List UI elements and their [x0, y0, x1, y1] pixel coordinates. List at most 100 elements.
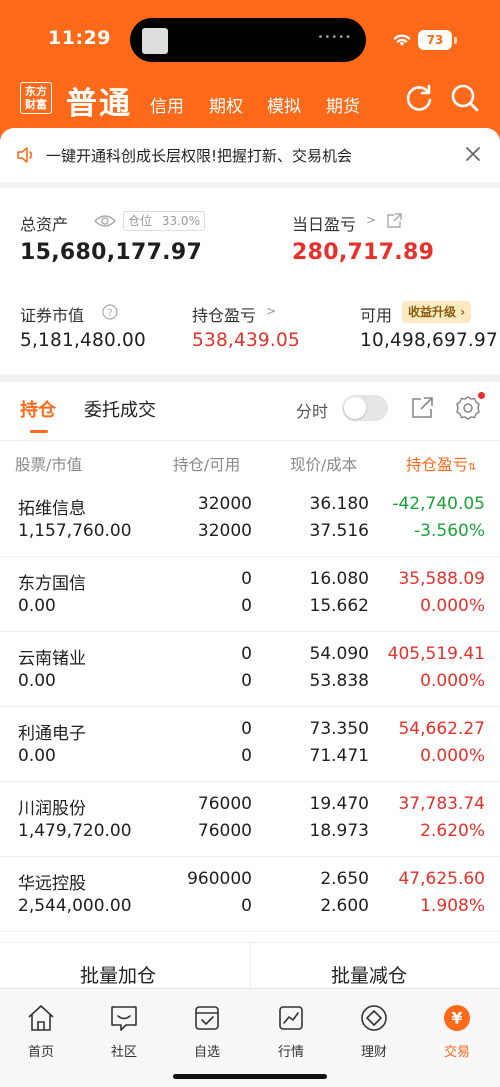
tab-options[interactable]: 期权 — [209, 92, 243, 117]
tabbar-watchlist-label: 自选 — [193, 1045, 220, 1060]
table-row[interactable]: 利通电子 0.00 0 0 73.350 71.471 54,662.27 0.000% — [0, 707, 500, 782]
toggle-knob — [344, 397, 366, 419]
cost-price: 15.662 — [309, 596, 369, 616]
table-row[interactable]: 拓维信息 1,157,760.00 32000 32000 36.180 37.516 -4… — [0, 482, 500, 557]
tabbar-home-label: 首页 — [27, 1045, 54, 1060]
header-qty-label: 持仓 — [173, 456, 205, 474]
media-thumbnail — [142, 28, 168, 54]
fenshi-toggle[interactable] — [342, 395, 388, 421]
tabbar-watchlist[interactable]: 自选 — [177, 1003, 237, 1060]
tab-credit[interactable]: 信用 — [150, 92, 184, 117]
notice-banner[interactable]: 一键开通科创成长层权限!把握打新、交易机会 — [0, 128, 500, 182]
position-ratio-badge: 仓位 33.0% — [123, 211, 205, 231]
cost-price: 18.973 — [309, 821, 369, 841]
available-value: 10,498,697.97 — [360, 330, 498, 351]
divider — [0, 440, 500, 441]
available-qty: 0 — [241, 671, 252, 691]
search-icon[interactable] — [450, 83, 480, 113]
cost-price: 37.516 — [309, 521, 369, 541]
share-icon[interactable] — [410, 396, 434, 420]
community-icon — [111, 1006, 137, 1031]
tabbar-home[interactable]: 首页 — [11, 1003, 71, 1060]
close-icon[interactable] — [465, 146, 481, 162]
stock-name: 华远控股 — [18, 874, 86, 894]
header-cost-label: 成本 — [326, 456, 358, 474]
header-pl[interactable]: 持仓盈亏⇅ — [406, 453, 476, 475]
table-row[interactable]: 云南锗业 0.00 0 0 54.090 53.838 405,519.41 0.000% — [0, 632, 500, 707]
brand-logo: 东方 财富 — [20, 82, 52, 114]
export-icon[interactable] — [386, 213, 402, 229]
market-value: 1,157,760.00 — [18, 521, 132, 541]
svg-text:?: ? — [107, 308, 112, 319]
tab-futures[interactable]: 期货 — [326, 92, 360, 117]
position-pl-pct: 0.000% — [420, 746, 485, 766]
divider — [250, 943, 251, 993]
table-row[interactable]: 华远控股 2,544,000.00 960000 0 2.650 2.600 47,625.… — [0, 857, 500, 932]
position-qty: 0 — [241, 644, 252, 664]
tab-orders[interactable]: 委托成交 — [84, 396, 156, 422]
gear-icon[interactable] — [455, 395, 481, 421]
table-row[interactable]: 东方国信 0.00 0 0 16.080 15.662 35,588.09 0.000% — [0, 557, 500, 632]
header-mv-label: 市值 — [51, 456, 83, 474]
dynamic-island[interactable]: ••••• — [130, 18, 366, 62]
battery-tip — [454, 37, 457, 44]
position-pl-pct: 0.000% — [420, 596, 485, 616]
cost-price: 53.838 — [309, 671, 369, 691]
position-qty: 76000 — [197, 794, 252, 814]
header-stock-label: 股票 — [15, 456, 47, 474]
watchlist-icon — [195, 1006, 219, 1030]
header-stock[interactable]: 股票/市值 — [15, 453, 82, 475]
upgrade-badge[interactable]: 收益升级 › — [402, 301, 472, 323]
status-time: 11:29 — [48, 27, 111, 49]
header-qty[interactable]: 持仓/可用 — [173, 453, 240, 475]
stock-name: 云南锗业 — [18, 649, 86, 669]
batch-add-button[interactable]: 批量加仓 — [80, 961, 156, 988]
current-price: 16.080 — [309, 569, 369, 589]
speaker-icon — [17, 147, 33, 163]
available-qty: 76000 — [197, 821, 252, 841]
batch-reduce-button[interactable]: 批量减仓 — [331, 961, 407, 988]
notice-text: 一键开通科创成长层权限!把握打新、交易机会 — [46, 147, 353, 165]
position-ratio-value: 33.0% — [161, 214, 200, 228]
tabbar-trade[interactable]: ¥ 交易 — [427, 1003, 487, 1060]
header-pl-label: 持仓盈亏 — [406, 456, 469, 474]
fenshi-label: 分时 — [296, 402, 329, 421]
position-pl-pct: -3.560% — [414, 521, 485, 541]
tabbar-community[interactable]: 社区 — [94, 1003, 154, 1060]
position-pl: 37,783.74 — [398, 794, 485, 814]
available-qty: 0 — [241, 746, 252, 766]
help-icon[interactable]: ? — [102, 304, 118, 320]
daily-pl-value: 280,717.89 — [292, 240, 435, 265]
tab-normal[interactable]: 普通 — [66, 78, 132, 123]
wealth-icon — [361, 1005, 387, 1031]
daily-pl-label[interactable]: 当日盈亏 — [292, 211, 356, 235]
refresh-icon[interactable] — [404, 83, 434, 113]
available-qty: 0 — [241, 896, 252, 916]
header-price-label: 现价 — [290, 456, 322, 474]
eye-icon[interactable] — [94, 214, 116, 228]
table-row[interactable]: 川润股份 1,479,720.00 76000 76000 19.470 18.973 37… — [0, 782, 500, 857]
bottom-tabbar: 首页 社区 自选 行情 理财 ¥ 交易 — [0, 988, 500, 1087]
market-icon — [279, 1006, 303, 1030]
tabbar-wealth-label: 理财 — [360, 1045, 387, 1060]
holding-pl-label[interactable]: 持仓盈亏 — [192, 302, 256, 326]
chevron-right-icon: > — [366, 213, 377, 227]
logo-line2: 财富 — [25, 98, 47, 111]
logo-line1: 东方 — [25, 85, 47, 98]
tab-simulation[interactable]: 模拟 — [267, 92, 301, 117]
current-price: 36.180 — [309, 494, 369, 514]
position-pl: 47,625.60 — [398, 869, 485, 889]
tabbar-wealth[interactable]: 理财 — [344, 1003, 404, 1060]
trade-icon: ¥ — [444, 1005, 470, 1031]
current-price: 19.470 — [309, 794, 369, 814]
header-price[interactable]: 现价/成本 — [290, 453, 357, 475]
tabbar-market[interactable]: 行情 — [261, 1003, 321, 1060]
battery-indicator: 73 — [418, 30, 452, 50]
position-pl: 35,588.09 — [398, 569, 485, 589]
current-price: 73.350 — [309, 719, 369, 739]
position-pl: 54,662.27 — [398, 719, 485, 739]
tab-holdings[interactable]: 持仓 — [20, 396, 56, 422]
asset-summary: 总资产 仓位 33.0% 15,680,177.97 当日盈亏 > 280,71… — [0, 188, 500, 374]
stock-name: 利通电子 — [18, 724, 86, 744]
market-value: 0.00 — [18, 671, 56, 691]
